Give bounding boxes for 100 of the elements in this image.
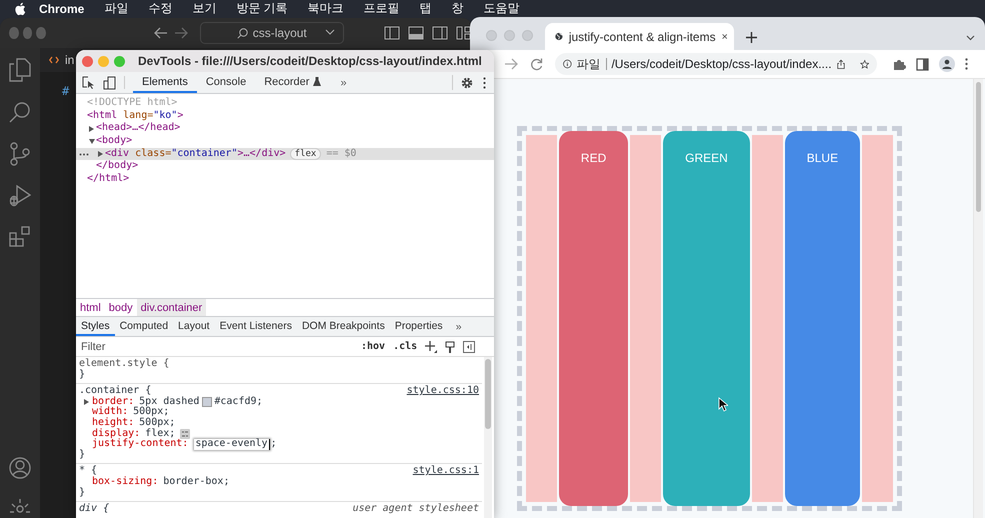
close-icon[interactable] — [722, 32, 727, 41]
close-button[interactable] — [82, 56, 93, 66]
search-icon[interactable] — [9, 101, 31, 123]
closing-brace: } — [79, 488, 86, 498]
menu-item[interactable]: 파일 — [104, 0, 128, 17]
css-property[interactable]: width: — [92, 407, 128, 418]
side-panel-icon[interactable] — [916, 58, 929, 70]
css-value[interactable]: space-evenly — [194, 439, 270, 450]
account-icon[interactable] — [9, 457, 31, 479]
chevron-down-icon[interactable] — [966, 35, 975, 41]
source-link[interactable]: style.css:1 — [412, 466, 479, 477]
filter-toggle[interactable]: .cls — [393, 341, 418, 352]
command-search-field[interactable]: css-layout — [200, 22, 344, 44]
panel-tab[interactable]: Computed — [114, 317, 174, 336]
mouse-cursor-icon — [718, 397, 728, 412]
run-debug-icon[interactable] — [9, 185, 31, 207]
layout-grid-icon[interactable] — [456, 26, 472, 40]
breadcrumb[interactable]: div.container — [136, 299, 206, 316]
devtools-tab[interactable]: Elements — [133, 72, 197, 93]
panel-layout-icon[interactable] — [408, 26, 424, 40]
more-options-icon[interactable] — [79, 152, 89, 156]
html-tag-text: <div class="container">…</div> — [105, 148, 286, 160]
extensions-icon[interactable] — [9, 226, 31, 248]
css-value[interactable]: 500px — [133, 407, 164, 418]
menu-item[interactable]: 보기 — [192, 0, 216, 17]
panel-tab[interactable]: Styles — [76, 317, 115, 336]
puzzle-icon[interactable] — [893, 58, 906, 70]
flex-item: RED — [558, 131, 628, 506]
closing-brace: } — [79, 370, 86, 380]
files-icon[interactable] — [9, 58, 31, 82]
flex-item: GREEN — [663, 131, 750, 506]
panel-tab[interactable]: Event Listeners — [214, 317, 297, 336]
css-property[interactable]: height: — [92, 418, 134, 429]
breadcrumb[interactable]: html — [76, 299, 105, 316]
bookmark-star-icon[interactable] — [860, 58, 869, 70]
menu-item[interactable]: 탭 — [420, 0, 432, 17]
expand-triangle-icon[interactable] — [84, 399, 89, 406]
collapsed-triangle-icon[interactable] — [89, 126, 94, 132]
css-selector: .container { — [79, 386, 152, 396]
flask-icon — [313, 77, 322, 86]
menu-item[interactable]: 프로필 — [364, 0, 400, 17]
kebab-menu-icon[interactable] — [483, 76, 486, 88]
expanded-triangle-icon[interactable] — [89, 138, 95, 144]
panel-tab[interactable]: DOM Breakpoints — [296, 317, 390, 336]
breadcrumb[interactable]: body — [104, 299, 137, 316]
paint-brush-icon[interactable] — [445, 340, 456, 352]
app-menu[interactable]: Chrome — [39, 2, 84, 16]
new-tab-icon[interactable] — [746, 32, 757, 43]
dom-tree-row[interactable]: <html lang="ko"> — [76, 110, 494, 122]
apple-icon[interactable] — [14, 2, 26, 16]
css-selector: element.style { — [79, 359, 170, 369]
secondary-sidebar-icon[interactable] — [432, 26, 448, 40]
chevron-down-icon[interactable] — [325, 28, 335, 36]
collapsed-triangle-icon[interactable] — [98, 151, 103, 158]
info-icon[interactable] — [563, 58, 572, 70]
devtools-tab[interactable]: Recorder — [255, 72, 330, 93]
devtools-tab[interactable]: Console — [196, 72, 256, 93]
sidebar-layout-icon[interactable] — [384, 26, 400, 40]
panel-tab[interactable]: Layout — [173, 317, 215, 336]
panel-tab[interactable]: Properties — [390, 317, 448, 336]
profile-avatar[interactable] — [939, 56, 955, 72]
back-arrow-icon[interactable] — [154, 27, 168, 39]
source-control-icon[interactable] — [9, 142, 31, 166]
css-property[interactable]: border: — [92, 396, 134, 408]
css-value[interactable]: 500px — [139, 418, 170, 429]
inspect-element-icon[interactable] — [82, 76, 95, 89]
filter-toggle[interactable]: :hov — [361, 341, 386, 352]
reload-icon[interactable] — [530, 58, 543, 70]
forward-arrow-icon[interactable] — [174, 27, 188, 39]
dom-tree-row[interactable]: <body> — [76, 135, 494, 148]
menu-item[interactable]: 수정 — [148, 0, 172, 17]
css-value[interactable]: 5px dashed — [139, 396, 200, 408]
dom-tree-row[interactable]: <head>…</head> — [76, 122, 494, 136]
css-property[interactable]: justify-content: — [92, 439, 188, 450]
flexbox-editor-icon[interactable] — [180, 428, 190, 439]
flex-badge[interactable]: flex — [290, 148, 322, 160]
device-toolbar-icon[interactable] — [103, 76, 116, 90]
menu-item[interactable]: 북마크 — [308, 0, 344, 17]
browser-tab[interactable]: justify-content & align-items — [545, 23, 734, 50]
toggle-sidebar-icon[interactable] — [463, 340, 476, 352]
kebab-menu-icon[interactable] — [965, 58, 968, 70]
editor-tab[interactable]: in — [49, 53, 74, 67]
css-property[interactable]: display: — [92, 428, 140, 440]
menu-item[interactable]: 방문 기록 — [236, 0, 288, 17]
css-property[interactable]: box-sizing: — [92, 476, 158, 488]
more-tabs-button[interactable]: » — [448, 320, 470, 332]
more-tabs-button[interactable]: » — [330, 76, 357, 88]
share-icon[interactable] — [836, 58, 845, 70]
dom-tree-row[interactable]: <div class="container">…</div> flex == $0 — [76, 148, 494, 160]
css-value[interactable]: flex — [145, 428, 170, 440]
html-file-icon — [49, 56, 59, 64]
source-link[interactable]: style.css:10 — [406, 386, 479, 397]
css-value[interactable]: border-box — [163, 476, 224, 488]
color-swatch[interactable] — [202, 397, 212, 408]
menu-item[interactable]: 창 — [452, 0, 464, 17]
color-value[interactable]: #cacfd9 — [214, 396, 257, 408]
globe-icon — [555, 30, 563, 43]
menu-item[interactable]: 도움말 — [484, 0, 520, 17]
new-rule-icon[interactable] — [425, 340, 438, 352]
address-bar[interactable]: 파일 /Users/codeit/Desktop/css-layout/index.... — [555, 53, 877, 75]
